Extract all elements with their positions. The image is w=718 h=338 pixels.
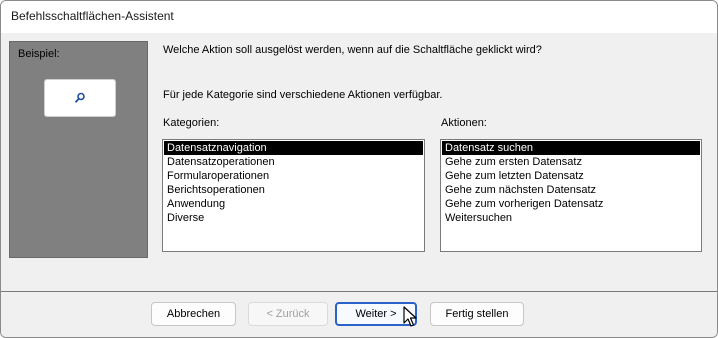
categories-listbox[interactable]: Datensatznavigation Datensatzoperationen F… [162,139,425,252]
categories-item[interactable]: Diverse [164,211,423,225]
actions-item[interactable]: Gehe zum letzten Datensatz [442,169,700,183]
wizard-window: Befehlsschaltflächen-Assistent Beispiel:… [0,0,718,338]
mouse-cursor-icon [403,306,417,327]
categories-item[interactable]: Formularoperationen [164,169,423,183]
categories-label: Kategorien: [163,117,220,129]
actions-listbox[interactable]: Datensatz suchen Gehe zum ersten Datensat… [440,139,702,252]
example-panel: Beispiel: [9,41,148,258]
actions-label: Aktionen: [441,117,487,129]
categories-item[interactable]: Datensatznavigation [164,141,423,155]
actions-item[interactable]: Weitersuchen [442,211,700,225]
example-button-preview [44,79,116,117]
cancel-button[interactable]: Abbrechen [151,302,236,326]
categories-item[interactable]: Datensatzoperationen [164,155,423,169]
actions-item[interactable]: Datensatz suchen [442,141,700,155]
category-info: Für jede Kategorie sind verschiedene Akt… [163,89,443,101]
finish-button[interactable]: Fertig stellen [430,302,524,326]
action-question: Welche Aktion soll ausgelöst werden, wen… [163,44,542,56]
search-icon [74,92,85,103]
categories-item[interactable]: Anwendung [164,197,423,211]
actions-item[interactable]: Gehe zum ersten Datensatz [442,155,700,169]
actions-item[interactable]: Gehe zum nächsten Datensatz [442,183,700,197]
window-title: Befehlsschaltflächen-Assistent [11,9,174,23]
title-bar: Befehlsschaltflächen-Assistent [1,1,717,33]
example-label: Beispiel: [18,48,60,60]
categories-item[interactable]: Berichtsoperationen [164,183,423,197]
button-bar: Abbrechen < Zurück Weiter > Fertig stell… [1,292,717,337]
back-button[interactable]: < Zurück [248,302,328,326]
actions-item[interactable]: Gehe zum vorherigen Datensatz [442,197,700,211]
